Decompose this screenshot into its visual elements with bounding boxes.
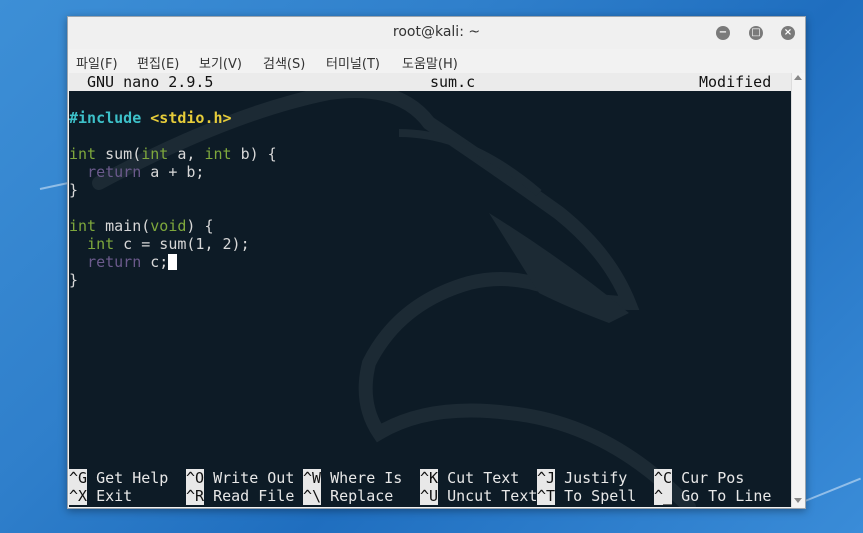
keyword: return xyxy=(87,163,142,181)
shortcut-label: Where Is xyxy=(330,469,403,487)
shortcut-replace[interactable]: ^\ Replace xyxy=(303,487,393,505)
shortcut-to-spell[interactable]: ^T To Spell xyxy=(537,487,636,505)
shortcut-label: Write Out xyxy=(213,469,295,487)
shortcut-label: Read File xyxy=(213,487,295,505)
shortcut-key: ^_ xyxy=(654,487,673,505)
shortcut-key: ^K xyxy=(420,469,439,487)
menu-bar: 파일(F) 편집(E) 보기(V) 검색(S) 터미널(T) 도움말(H) xyxy=(68,49,805,73)
shortcut-key: ^O xyxy=(186,469,205,487)
scroll-up-arrow[interactable] xyxy=(794,75,802,80)
keyword: int xyxy=(69,217,97,235)
shortcut-key: ^T xyxy=(537,487,556,505)
shortcut-label: Get Help xyxy=(96,469,169,487)
code-text: c = sum(1, 2); xyxy=(114,235,250,253)
shortcut-label: Replace xyxy=(330,487,394,505)
code-text: a, xyxy=(168,145,205,163)
menu-edit[interactable]: 편집(E) xyxy=(137,53,179,72)
shortcut-get-help[interactable]: ^G Get Help xyxy=(69,469,168,487)
nano-header: GNU nano 2.9.5 sum.c Modified xyxy=(69,73,791,91)
shortcut-label: Justify xyxy=(564,469,628,487)
shortcut-label: Exit xyxy=(96,487,133,505)
kali-dragon-watermark xyxy=(92,84,696,507)
keyword: int xyxy=(204,145,232,163)
scrollbar[interactable] xyxy=(791,73,805,507)
shortcut-justify[interactable]: ^J Justify xyxy=(537,469,627,487)
shortcut-cut-text[interactable]: ^K Cut Text xyxy=(420,469,519,487)
include-file: <stdio.h> xyxy=(150,109,232,127)
scroll-down-arrow[interactable] xyxy=(794,498,802,503)
shortcut-key: ^C xyxy=(654,469,673,487)
terminal-window: root@kali: ~ − □ × 파일(F) 편집(E) 보기(V) 검색(… xyxy=(67,16,806,509)
shortcut-key: ^J xyxy=(537,469,556,487)
shortcut-key: ^R xyxy=(186,487,205,505)
keyword: return xyxy=(87,253,142,271)
shortcut-key: ^G xyxy=(69,469,88,487)
keyword: void xyxy=(150,217,187,235)
nano-filename: sum.c xyxy=(430,73,476,91)
menu-search[interactable]: 검색(S) xyxy=(263,53,305,72)
desktop-wallpaper-line xyxy=(39,181,70,190)
shortcut-read-file[interactable]: ^R Read File xyxy=(186,487,294,505)
code-text: main( xyxy=(96,217,151,235)
code-line: int sum(int a, int b) { xyxy=(69,145,277,163)
shortcut-go-to-line[interactable]: ^_ Go To Line xyxy=(654,487,771,505)
shortcut-key: ^U xyxy=(420,487,439,505)
code-line: } xyxy=(69,271,79,289)
code-text: c; xyxy=(141,253,169,271)
title-bar[interactable]: root@kali: ~ − □ × xyxy=(68,17,805,49)
keyword: int xyxy=(69,145,97,163)
menu-file[interactable]: 파일(F) xyxy=(76,53,118,72)
menu-view[interactable]: 보기(V) xyxy=(199,53,242,72)
terminal-area[interactable]: GNU nano 2.9.5 sum.c Modified #include <… xyxy=(69,73,791,507)
code-text: a + b; xyxy=(141,163,205,181)
shortcut-label: Uncut Text xyxy=(447,487,538,505)
close-button[interactable]: × xyxy=(781,26,795,40)
shortcut-key: ^\ xyxy=(303,487,322,505)
nano-status: Modified xyxy=(699,73,772,91)
preprocessor-directive: #include xyxy=(69,109,142,127)
shortcut-where-is[interactable]: ^W Where Is xyxy=(303,469,402,487)
keyword: int xyxy=(141,145,169,163)
shortcut-exit[interactable]: ^X Exit xyxy=(69,487,132,505)
shortcut-label: Go To Line xyxy=(681,487,772,505)
code-line: return c; xyxy=(69,253,178,271)
menu-help[interactable]: 도움말(H) xyxy=(402,53,458,72)
code-text: b) { xyxy=(231,145,277,163)
code-line: } xyxy=(69,181,79,199)
shortcut-uncut-text[interactable]: ^U Uncut Text xyxy=(420,487,537,505)
desktop-wallpaper-line xyxy=(804,477,862,502)
code-text: ) { xyxy=(186,217,214,235)
shortcut-key: ^X xyxy=(69,487,88,505)
shortcut-label: Cur Pos xyxy=(681,469,745,487)
shortcut-key: ^W xyxy=(303,469,322,487)
shortcut-label: To Spell xyxy=(564,487,637,505)
shortcut-write-out[interactable]: ^O Write Out xyxy=(186,469,294,487)
nano-version: GNU nano 2.9.5 xyxy=(87,73,214,91)
text-cursor xyxy=(168,254,178,270)
code-line: int c = sum(1, 2); xyxy=(69,235,250,253)
code-line: return a + b; xyxy=(69,163,204,181)
shortcut-label: Cut Text xyxy=(447,469,520,487)
code-line: #include <stdio.h> xyxy=(69,109,232,127)
maximize-button[interactable]: □ xyxy=(749,26,763,40)
window-title: root@kali: ~ xyxy=(392,24,481,40)
code-line: int main(void) { xyxy=(69,217,214,235)
code-text: sum( xyxy=(96,145,142,163)
keyword: int xyxy=(87,235,115,253)
minimize-button[interactable]: − xyxy=(716,26,730,40)
menu-terminal[interactable]: 터미널(T) xyxy=(326,53,380,72)
shortcut-cur-pos[interactable]: ^C Cur Pos xyxy=(654,469,744,487)
